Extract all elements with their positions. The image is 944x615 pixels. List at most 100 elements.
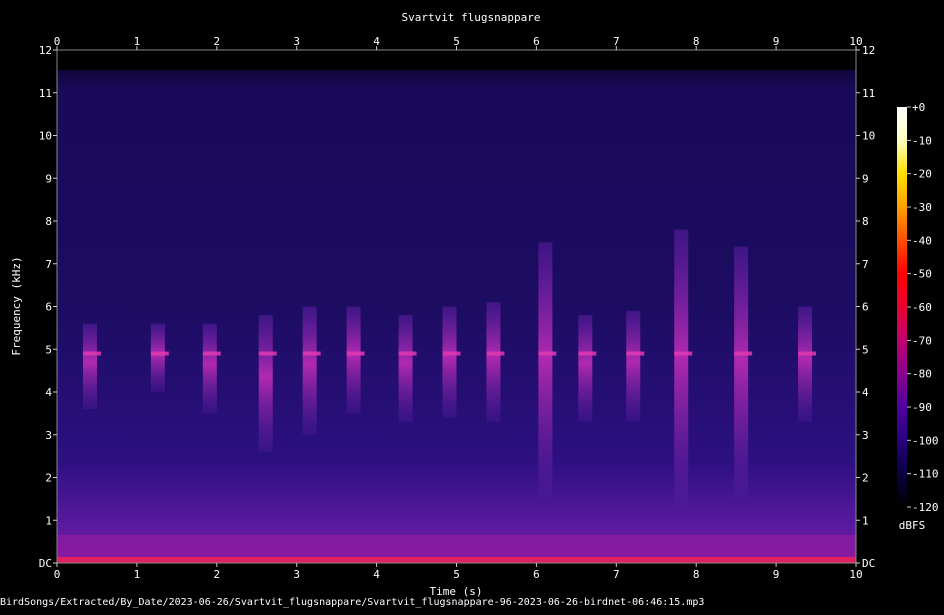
y-tick-label-right-8: 8 [862, 215, 869, 228]
call-harmonic-1 [150, 351, 169, 356]
x-tick-label-bottom-3: 3 [293, 568, 300, 581]
y-tick-label-right-11: 11 [862, 87, 875, 100]
call-mark-11 [626, 310, 641, 422]
x-tick-label-bottom-6: 6 [533, 568, 540, 581]
colorbar-tick-label-10: -100 [912, 434, 939, 447]
call-harmonic-0 [82, 351, 101, 356]
call-mark-6 [398, 315, 413, 422]
call-harmonic-11 [626, 351, 645, 356]
call-harmonic-8 [486, 351, 505, 356]
y-tick-label-right-1: 1 [862, 514, 869, 527]
colorbar-tick-label-9: -90 [912, 401, 932, 414]
call-harmonic-14 [798, 351, 817, 356]
colorbar-tick-label-12: -120 [912, 501, 939, 514]
colorbar-tick-label-3: -30 [912, 201, 932, 214]
y-tick-label-right-6: 6 [862, 301, 869, 314]
call-harmonic-5 [346, 351, 365, 356]
y-tick-label-left-11: 11 [39, 87, 52, 100]
colorbar-tick-label-5: -50 [912, 268, 932, 281]
colorbar: +0 -10 -20 -30 -40 -50 -60 -70 -80 -90 -100 -110 -12… [897, 101, 939, 532]
x-tick-label-top-0: 0 [54, 35, 61, 48]
x-tick-label-bottom-5: 5 [453, 568, 460, 581]
call-harmonic-3 [258, 351, 277, 356]
x-tick-label-top-9: 9 [773, 35, 780, 48]
y-tick-label-right-0: DC [862, 557, 875, 570]
spectrogram-top-band [57, 50, 856, 70]
y-tick-label-left-5: 5 [45, 343, 52, 356]
colorbar-tick-label-11: -110 [912, 468, 939, 481]
y-tick-label-left-3: 3 [45, 429, 52, 442]
x-tick-label-top-4: 4 [373, 35, 380, 48]
x-tick-label-bottom-1: 1 [134, 568, 141, 581]
call-mark-0 [82, 323, 97, 410]
spectrogram-chart: Svartvit flugsnappare 001122334455667788… [10, 11, 939, 598]
colorbar-tick-label-6: -60 [912, 301, 932, 314]
colorbar-tick-label-0: +0 [912, 101, 925, 114]
x-tick-label-bottom-7: 7 [613, 568, 620, 581]
call-harmonic-2 [202, 351, 221, 356]
spectrogram-view: Svartvit flugsnappare 001122334455667788… [0, 0, 944, 611]
call-mark-14 [798, 306, 813, 422]
call-mark-13 [734, 246, 749, 499]
file-path-label: BirdSongs/Extracted/By_Date/2023-06-26/S… [0, 597, 705, 608]
x-tick-label-bottom-0: 0 [54, 568, 61, 581]
y-tick-label-left-8: 8 [45, 215, 52, 228]
call-mark-8 [486, 302, 501, 422]
x-tick-label-top-3: 3 [293, 35, 300, 48]
x-tick-label-top-7: 7 [613, 35, 620, 48]
y-tick-label-right-7: 7 [862, 258, 869, 271]
y-tick-label-left-10: 10 [39, 130, 52, 143]
x-tick-label-bottom-9: 9 [773, 568, 780, 581]
call-harmonic-6 [398, 351, 417, 356]
y-tick-label-right-10: 10 [862, 130, 875, 143]
call-harmonic-7 [442, 351, 461, 356]
colorbar-gradient [897, 107, 907, 507]
x-tick-label-top-8: 8 [693, 35, 700, 48]
x-tick-label-bottom-2: 2 [213, 568, 220, 581]
call-harmonic-4 [302, 351, 321, 356]
y-tick-label-left-2: 2 [45, 472, 52, 485]
x-tick-label-bottom-10: 10 [849, 568, 862, 581]
call-mark-5 [346, 306, 361, 414]
y-tick-label-right-9: 9 [862, 172, 869, 185]
y-tick-label-right-2: 2 [862, 472, 869, 485]
call-mark-3 [258, 315, 273, 452]
call-mark-4 [302, 306, 317, 435]
x-tick-label-top-6: 6 [533, 35, 540, 48]
plot-area [57, 50, 856, 563]
call-harmonic-13 [734, 351, 753, 356]
colorbar-label: dBFS [899, 519, 926, 532]
call-harmonic-10 [578, 351, 597, 356]
colorbar-tick-label-7: -70 [912, 334, 932, 347]
y-tick-label-left-6: 6 [45, 301, 52, 314]
chart-title: Svartvit flugsnappare [401, 11, 540, 24]
call-mark-10 [578, 315, 593, 422]
call-mark-1 [150, 323, 165, 392]
call-mark-12 [674, 229, 689, 512]
x-tick-label-top-2: 2 [213, 35, 220, 48]
dc-band [57, 557, 856, 563]
colorbar-ticks: +0 -10 -20 -30 -40 -50 -60 -70 -80 -90 -100 -110 -12… [907, 101, 939, 514]
y-tick-label-right-4: 4 [862, 386, 869, 399]
call-mark-2 [202, 323, 217, 414]
call-mark-7 [442, 306, 457, 418]
call-harmonic-9 [538, 351, 557, 356]
y-tick-label-left-9: 9 [45, 172, 52, 185]
call-harmonic-12 [674, 351, 693, 356]
y-tick-label-right-12: 12 [862, 44, 875, 57]
y-tick-label-left-4: 4 [45, 386, 52, 399]
x-tick-label-top-1: 1 [134, 35, 141, 48]
y-axis-label: Frequency (kHz) [10, 256, 23, 355]
y-tick-label-right-3: 3 [862, 429, 869, 442]
x-tick-label-bottom-8: 8 [693, 568, 700, 581]
colorbar-tick-label-8: -80 [912, 368, 932, 381]
call-mark-9 [538, 242, 553, 499]
y-tick-label-left-12: 12 [39, 44, 52, 57]
x-tick-label-top-10: 10 [849, 35, 862, 48]
colorbar-tick-label-1: -10 [912, 134, 932, 147]
y-tick-label-left-0: DC [39, 557, 52, 570]
y-tick-label-left-7: 7 [45, 258, 52, 271]
y-tick-label-left-1: 1 [45, 514, 52, 527]
colorbar-tick-label-2: -20 [912, 168, 932, 181]
colorbar-tick-label-4: -40 [912, 234, 932, 247]
